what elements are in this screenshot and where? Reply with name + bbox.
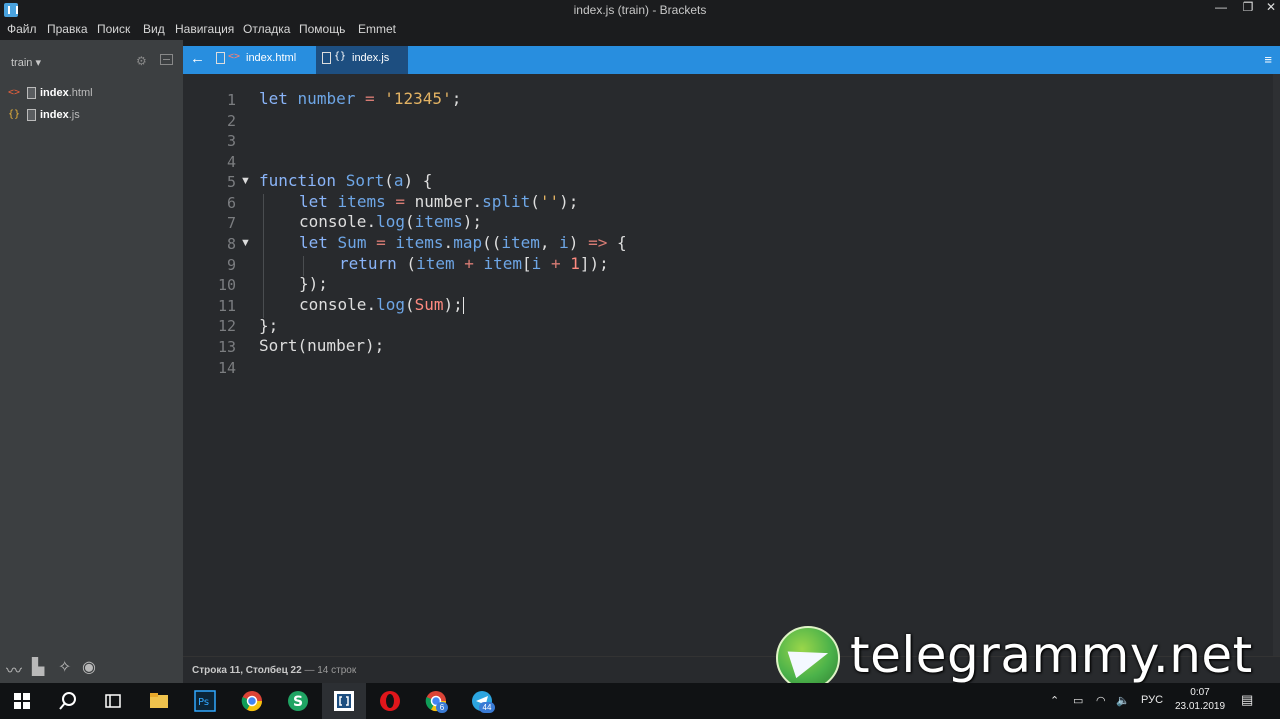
- language-indicator[interactable]: РУС: [1141, 694, 1163, 706]
- code-line-8: let Sum = items.map((item, i) => {: [299, 233, 627, 252]
- file-tree-item-index-js[interactable]: {} index.js: [0, 106, 183, 126]
- chrome-icon[interactable]: [240, 689, 264, 713]
- text-cursor: [462, 297, 464, 314]
- hamburger-menu-icon[interactable]: ≡: [1264, 52, 1272, 67]
- eye-icon[interactable]: ◉: [82, 657, 96, 677]
- chevron-up-icon[interactable]: ⌃: [1050, 694, 1059, 707]
- svg-text:S: S: [293, 694, 303, 710]
- windows-start-icon[interactable]: [10, 689, 34, 713]
- tab-index-js[interactable]: {} index.js: [316, 46, 408, 74]
- line-number: 6: [226, 194, 236, 212]
- line-number: 1: [226, 91, 236, 109]
- opera-icon[interactable]: [378, 689, 402, 713]
- fold-arrow-icon[interactable]: ▼: [240, 175, 251, 187]
- minimize-button[interactable]: —: [1206, 0, 1236, 14]
- js-file-icon: {}: [8, 109, 21, 120]
- file-tree-item-index-html[interactable]: <> index.html: [0, 84, 183, 104]
- chart-icon[interactable]: 〰: [6, 657, 22, 681]
- telegram-logo-icon: [776, 626, 840, 690]
- brackets-taskbar-icon[interactable]: [332, 689, 356, 713]
- sidebar-toolbar: 〰 ▙ ✧ ◉: [0, 652, 183, 683]
- split-view-icon[interactable]: [160, 54, 173, 65]
- line-number: 14: [217, 359, 236, 377]
- window-title: index.js (train) - Brackets: [573, 3, 707, 17]
- line-number: 9: [226, 256, 236, 274]
- code-line-5: function Sort(a) {: [259, 171, 433, 190]
- tab-label: index.js: [352, 52, 390, 64]
- code-line-10: });: [299, 274, 328, 293]
- line-number: 7: [226, 214, 236, 232]
- sidebar: train ▾ ⚙ <> index.html {} index.js: [0, 40, 183, 683]
- code-line-7: console.log(items);: [299, 212, 483, 231]
- skype-like-s-icon[interactable]: S: [286, 689, 310, 713]
- close-button[interactable]: ✕: [1256, 0, 1280, 14]
- document-icon: [27, 87, 36, 99]
- line-number: 2: [226, 112, 236, 130]
- title-bar: index.js (train) - Brackets — ❐ ✕: [0, 0, 1280, 20]
- file-name: index.html: [40, 87, 93, 99]
- menu-navigate[interactable]: Навигация: [175, 22, 234, 36]
- project-dropdown[interactable]: train ▾: [11, 56, 41, 69]
- code-line-1: let number = '12345';: [259, 89, 462, 108]
- extensions-icon[interactable]: ▙: [32, 657, 44, 677]
- tab-index-html[interactable]: <> index.html: [216, 46, 316, 74]
- line-number: 11: [217, 297, 236, 315]
- line-number: 5: [226, 173, 236, 191]
- task-view-icon[interactable]: [101, 689, 125, 713]
- code-line-13: Sort(number);: [259, 336, 385, 355]
- network-icon[interactable]: ▭: [1073, 694, 1083, 707]
- editor-scrollbar[interactable]: [1273, 74, 1280, 656]
- tab-label: index.html: [246, 52, 297, 64]
- menu-help[interactable]: Помощь: [299, 22, 345, 36]
- html-file-icon: <>: [8, 87, 21, 98]
- svg-text:Ps: Ps: [198, 697, 209, 708]
- notification-badge: 44: [479, 702, 495, 713]
- wifi-icon[interactable]: ◠: [1096, 694, 1106, 707]
- cursor-position: Строка 11, Столбец 22 — 14 строк: [192, 665, 357, 676]
- clock[interactable]: 0:07 23.01.2019: [1168, 686, 1232, 714]
- menu-debug[interactable]: Отладка: [243, 22, 290, 36]
- html-file-icon: <>: [228, 51, 241, 62]
- document-icon: [216, 52, 225, 64]
- document-icon: [27, 109, 36, 121]
- line-number: 3: [226, 132, 236, 150]
- taskbar: Ps S 6 44 ⌃ ▭ ◠ 🔈 РУС 0:07 23.01.2019 ▤: [0, 683, 1280, 719]
- menu-emmet[interactable]: Emmet: [358, 22, 396, 36]
- code-line-12: };: [259, 316, 279, 335]
- menu-find[interactable]: Поиск: [97, 22, 130, 36]
- menu-file[interactable]: Файл: [7, 22, 37, 36]
- code-line-6: let items = number.split('');: [299, 192, 579, 211]
- indent-guide: [303, 256, 304, 276]
- search-icon[interactable]: [56, 689, 80, 713]
- line-number: 4: [226, 153, 236, 171]
- indent-guide: [263, 194, 264, 318]
- menu-bar: Файл Правка Поиск Вид Навигация Отладка …: [0, 20, 1280, 40]
- code-editor[interactable]: [183, 74, 1273, 656]
- menu-view[interactable]: Вид: [143, 22, 165, 36]
- line-number: 12: [217, 317, 236, 335]
- gear-icon[interactable]: ⚙: [136, 54, 147, 68]
- line-number: 8: [226, 235, 236, 253]
- document-icon: [322, 52, 331, 64]
- code-line-9: return (item + item[i + 1]);: [339, 254, 609, 273]
- watermark-text: telegrammy.net: [850, 626, 1253, 684]
- volume-icon[interactable]: 🔈: [1116, 694, 1130, 707]
- file-name: index.js: [40, 109, 80, 121]
- code-line-11: console.log(Sum);: [299, 295, 464, 314]
- photoshop-icon[interactable]: Ps: [193, 689, 217, 713]
- line-number: 13: [217, 338, 236, 356]
- notification-badge: 6: [436, 702, 448, 713]
- js-file-icon: {}: [334, 51, 347, 62]
- magic-wand-icon[interactable]: ✧: [58, 657, 71, 677]
- back-arrow-icon[interactable]: ←: [190, 50, 205, 67]
- fold-arrow-icon[interactable]: ▼: [240, 237, 251, 249]
- file-explorer-icon[interactable]: [147, 689, 171, 713]
- tab-bar: ← <> index.html {} index.js ≡: [183, 46, 1280, 74]
- menu-edit[interactable]: Правка: [47, 22, 88, 36]
- line-number: 10: [217, 276, 236, 294]
- notifications-icon[interactable]: ▤: [1241, 692, 1253, 708]
